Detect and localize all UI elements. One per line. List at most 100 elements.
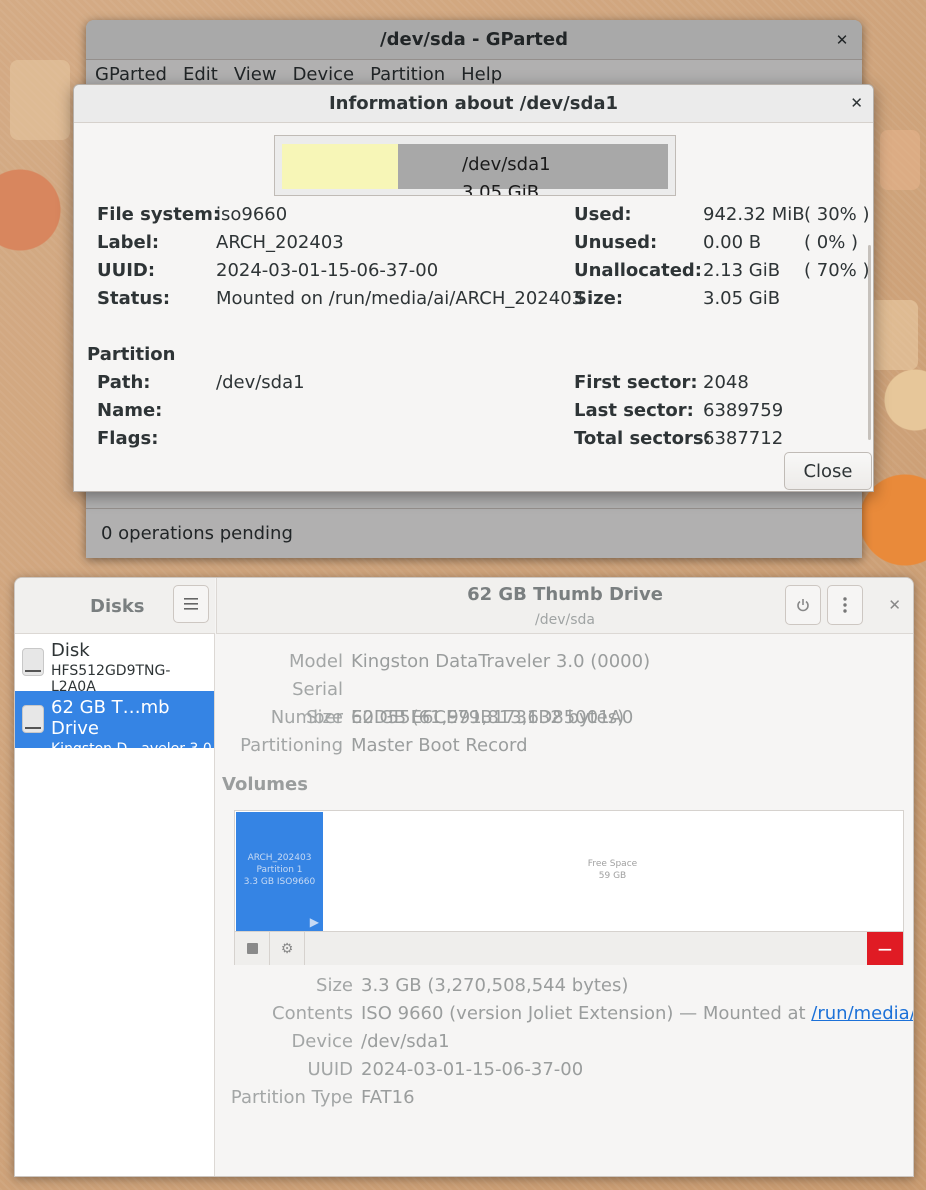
- drive-item-disk[interactable]: Disk HFS512GD9TNG-L2A0A: [15, 634, 214, 695]
- delete-partition-button[interactable]: −: [867, 932, 903, 965]
- partition-type-row: Partition Type FAT16: [216, 1084, 415, 1112]
- minus-icon: −: [876, 936, 894, 961]
- drive-details: Model Kingston DataTraveler 3.0 (0000) Se…: [216, 634, 913, 1176]
- drive-list: Disk HFS512GD9TNG-L2A0A 62 GB T…mb Drive…: [15, 634, 215, 1176]
- free-space-label: Free Space: [587, 859, 638, 869]
- usage-bar: /dev/sda1 3.05 GiB: [282, 144, 668, 195]
- contents-label: Contents: [272, 1003, 353, 1024]
- status-bar: 0 operations pending: [86, 508, 862, 558]
- partitioning-value: Master Boot Record: [351, 735, 528, 756]
- kebab-menu-icon: [843, 597, 847, 613]
- path-value: /dev/sda1: [216, 372, 305, 393]
- size-label: Size:: [574, 288, 624, 309]
- unmount-button[interactable]: [235, 932, 270, 965]
- dialog-titlebar: Information about /dev/sda1 ✕: [74, 85, 873, 123]
- volume-size-fs: 3.3 GB ISO9660: [243, 877, 316, 887]
- last-sector-label: Last sector:: [574, 400, 694, 421]
- model-label: Model: [288, 651, 343, 672]
- path-label: Path:: [97, 372, 151, 393]
- unused-percent: ( 0% ): [804, 232, 859, 253]
- contents-value: ISO 9660 (version Joliet Extension) — Mo…: [361, 1003, 812, 1024]
- first-sector-value: 2048: [703, 372, 749, 393]
- gparted-titlebar: /dev/sda - GParted ✕: [86, 20, 862, 60]
- hamburger-icon: [184, 598, 198, 610]
- usage-partition-size: 3.05 GiB: [462, 182, 540, 196]
- used-label: Used:: [574, 204, 632, 225]
- unallocated-percent: ( 70% ): [804, 260, 870, 281]
- volume-uuid-label: UUID: [307, 1059, 353, 1080]
- drive-item-thumb-drive[interactable]: 62 GB T…mb Drive Kingston D…aveler 3.0: [15, 691, 214, 757]
- partition-info-dialog: Information about /dev/sda1 ✕ /dev/sda1 …: [73, 84, 874, 492]
- drive-name: Disk: [51, 640, 90, 661]
- close-button[interactable]: Close: [784, 452, 872, 490]
- mount-point-link[interactable]: /run/media/…: [811, 1003, 913, 1024]
- size-value: 3.05 GiB: [703, 288, 781, 309]
- mounted-play-icon: ▶: [309, 915, 319, 929]
- unallocated-value: 2.13 GiB: [703, 260, 781, 281]
- volume-toolbar: ⚙ −: [235, 931, 903, 965]
- scrollbar[interactable]: [868, 245, 871, 440]
- unallocated-label: Unallocated:: [574, 260, 702, 281]
- status-label: Status:: [97, 288, 171, 309]
- volumes-heading: Volumes: [222, 774, 308, 795]
- partition-options-button[interactable]: ⚙: [270, 932, 305, 965]
- main-header: 62 GB Thumb Drive /dev/sda ✕: [216, 578, 913, 634]
- status-value: Mounted on /run/media/ai/ARCH_202403: [216, 288, 584, 309]
- drive-name: 62 GB T…mb Drive: [51, 697, 170, 739]
- size-label: Size: [306, 707, 343, 728]
- drive-icon: [22, 705, 44, 733]
- unused-value: 0.00 B: [703, 232, 762, 253]
- filesystem-value: iso9660: [216, 204, 288, 225]
- volume-label: ARCH_202403: [247, 853, 312, 863]
- partition-type-value: FAT16: [361, 1087, 415, 1108]
- model-value: Kingston DataTraveler 3.0 (0000): [351, 651, 651, 672]
- name-label: Name:: [97, 400, 163, 421]
- volume-size-value: 3.3 GB (3,270,508,544 bytes): [361, 975, 629, 996]
- drive-icon: [22, 648, 44, 676]
- size-value: 62 GB (61,991,813,632 bytes): [351, 707, 625, 728]
- partitioning-label: Partitioning: [240, 735, 343, 756]
- size-row: Size 62 GB (61,991,813,632 bytes): [216, 704, 624, 732]
- partitioning-row: Partitioning Master Boot Record: [216, 732, 528, 760]
- close-icon[interactable]: ✕: [832, 30, 852, 50]
- power-off-button[interactable]: [785, 585, 821, 625]
- gears-icon: ⚙: [280, 940, 294, 957]
- first-sector-label: First sector:: [574, 372, 698, 393]
- wallpaper-decoration: [10, 60, 70, 140]
- used-space-fill: [282, 144, 398, 189]
- label-value: ARCH_202403: [216, 232, 344, 253]
- unused-label: Unused:: [574, 232, 658, 253]
- partition-heading: Partition: [87, 344, 176, 365]
- disks-window: Disks 62 GB Thumb Drive /dev/sda ✕ Disk …: [14, 577, 914, 1177]
- volume-uuid-value: 2024-03-01-15-06-37-00: [361, 1059, 584, 1080]
- stop-icon: [246, 943, 258, 954]
- partition-type-label: Partition Type: [230, 1087, 353, 1108]
- free-space-size: 59 GB: [598, 871, 627, 881]
- drive-options-button[interactable]: [827, 585, 863, 625]
- close-icon[interactable]: ✕: [850, 94, 863, 112]
- menu-button[interactable]: [173, 585, 209, 623]
- sidebar-title: Disks: [90, 596, 145, 617]
- contents-row: Contents ISO 9660 (version Joliet Extensi…: [216, 1000, 913, 1028]
- volume-free-space[interactable]: Free Space 59 GB: [323, 812, 902, 931]
- power-icon: [797, 599, 809, 612]
- volume-partition-1[interactable]: ARCH_202403 Partition 1 3.3 GB ISO9660 ▶: [236, 812, 323, 931]
- drive-desc: Kingston D…aveler 3.0: [51, 741, 212, 757]
- flags-label: Flags:: [97, 428, 159, 449]
- wallpaper-decoration: [868, 300, 918, 370]
- usage-graphic: /dev/sda1 3.05 GiB: [274, 135, 676, 196]
- volume-size-row: Size 3.3 GB (3,270,508,544 bytes): [216, 972, 628, 1000]
- used-value: 942.32 MiB: [703, 204, 805, 225]
- sidebar-header: Disks: [15, 578, 215, 634]
- uuid-value: 2024-03-01-15-06-37-00: [216, 260, 439, 281]
- last-sector-value: 6389759: [703, 400, 784, 421]
- device-label: Device: [291, 1031, 353, 1052]
- wallpaper-decoration: [880, 130, 920, 190]
- volume-size-label: Size: [316, 975, 353, 996]
- volume-partition-number: Partition 1: [256, 865, 303, 875]
- label-label: Label:: [97, 232, 160, 253]
- device-row: Device/dev/sda1: [216, 1028, 450, 1056]
- device-value: /dev/sda1: [361, 1031, 450, 1052]
- model-row: Model Kingston DataTraveler 3.0 (0000): [216, 648, 650, 676]
- close-icon[interactable]: ✕: [888, 596, 901, 614]
